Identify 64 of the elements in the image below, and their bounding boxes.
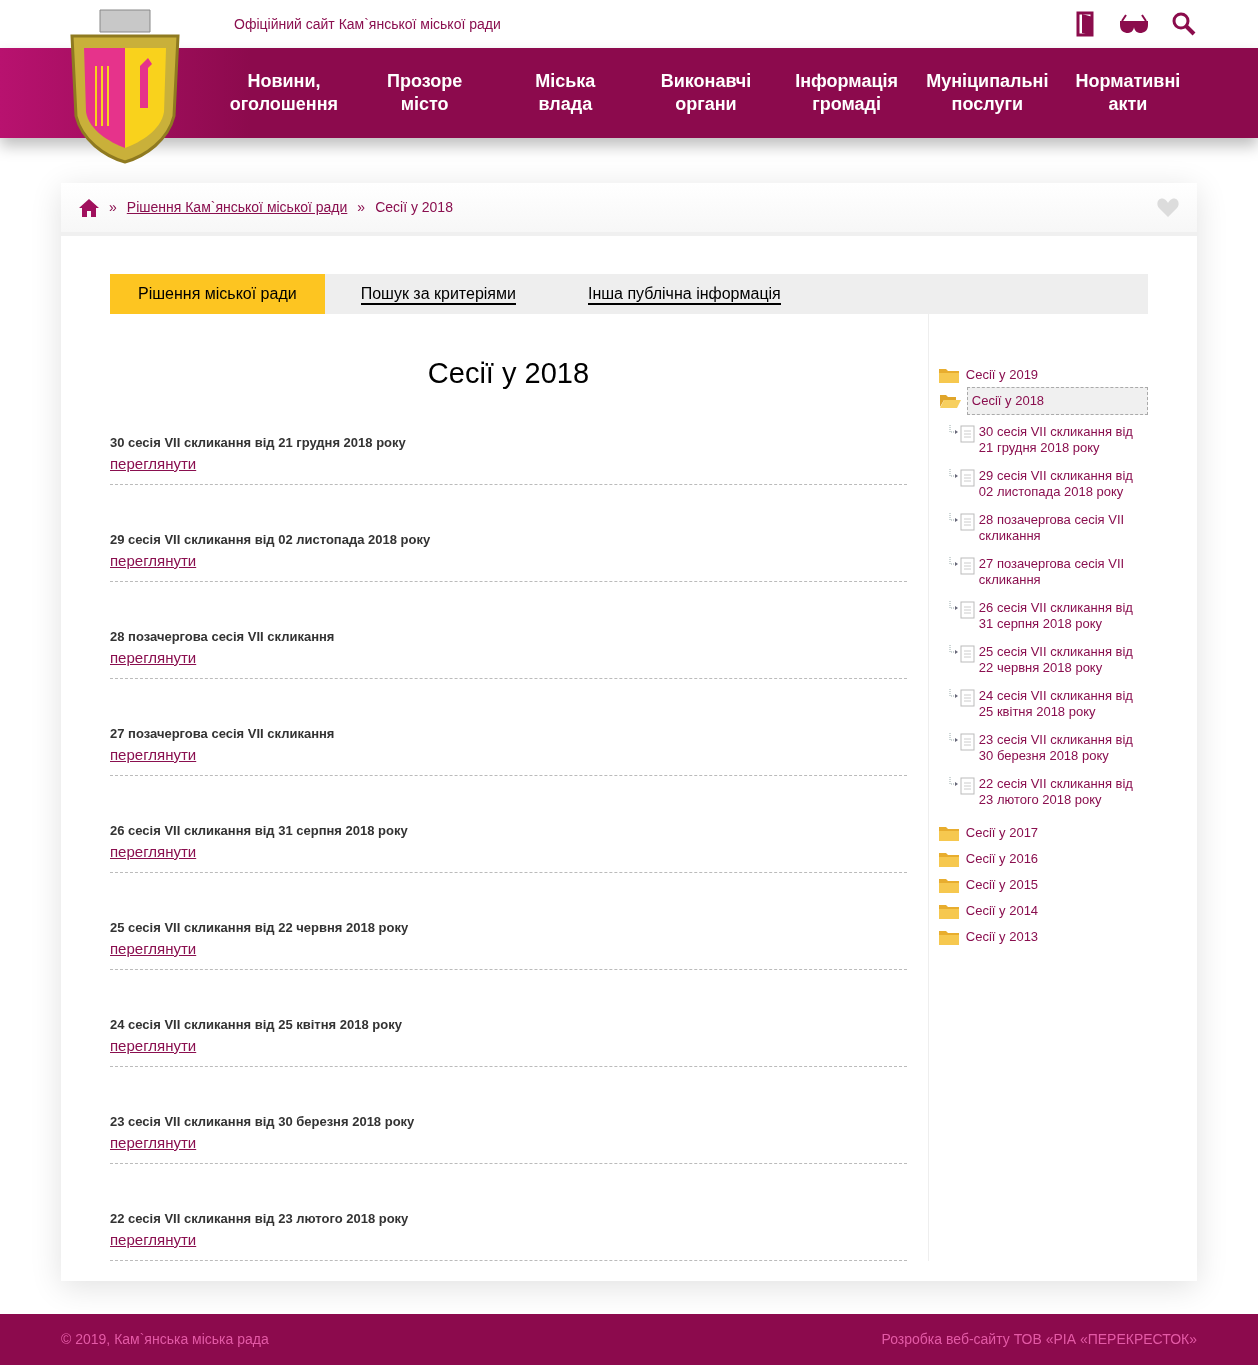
tab[interactable]: Інша публічна інформація bbox=[569, 274, 799, 314]
session-title: 30 сесія VII скликання від 21 грудня 2018 року bbox=[110, 433, 407, 452]
nav-link[interactable]: Виконавчі органи bbox=[635, 70, 776, 116]
home-icon[interactable] bbox=[79, 198, 99, 217]
view-link[interactable]: переглянути bbox=[110, 745, 197, 763]
document-icon bbox=[948, 557, 977, 575]
nav-link[interactable]: Новини, оголошення bbox=[214, 70, 354, 116]
copyright-text: © 2019, Кам`янська міська рада bbox=[61, 1330, 269, 1349]
glasses-icon[interactable] bbox=[1118, 13, 1150, 35]
nav-link[interactable]: Нормативні акти bbox=[1057, 70, 1198, 116]
tree-folder[interactable]: Сесії у 2013 bbox=[964, 927, 1040, 947]
tree-item[interactable]: 22 сесія VII скликання від 23 лютого 2018 року bbox=[978, 776, 1148, 808]
view-link[interactable]: переглянути bbox=[110, 1230, 197, 1248]
document-icon bbox=[948, 469, 977, 487]
session-title: 24 сесія VII скликання від 25 квітня 2018 року bbox=[110, 1015, 403, 1034]
view-link[interactable]: переглянути bbox=[110, 648, 197, 666]
tree-item[interactable]: 28 позачергова сесія VII скликання bbox=[978, 512, 1148, 544]
nav-link[interactable]: Прозоре місто bbox=[354, 70, 495, 116]
document-icon bbox=[948, 689, 977, 707]
site-title: Офіційний сайт Кам`янської міської ради bbox=[234, 14, 501, 34]
nav-link[interactable]: Міська влада bbox=[495, 70, 636, 116]
view-link[interactable]: переглянути bbox=[110, 842, 197, 860]
session-title: 29 сесія VII скликання від 02 листопада 2018 року bbox=[110, 530, 432, 549]
tree-item[interactable]: 27 позачергова сесія VII скликання bbox=[978, 556, 1148, 588]
session-title: 28 позачергова сесія VII скликання bbox=[110, 627, 336, 646]
breadcrumb-current: Сесії у 2018 bbox=[375, 198, 453, 217]
tab[interactable]: Пошук за критеріями bbox=[342, 274, 534, 314]
view-link[interactable]: переглянути bbox=[110, 1133, 197, 1151]
tree-item[interactable]: 25 сесія VII скликання від 22 червня 2018 року bbox=[978, 644, 1148, 676]
nav-link[interactable]: Муніципальні послуги bbox=[917, 70, 1058, 116]
view-link[interactable]: переглянути bbox=[110, 1036, 197, 1054]
tree-folder[interactable]: Сесії у 2017 bbox=[964, 823, 1040, 843]
session-title: 25 сесія VII скликання від 22 червня 2018 року bbox=[110, 918, 410, 937]
view-link[interactable]: переглянути bbox=[110, 551, 197, 569]
session-title: 23 сесія VII скликання від 30 березня 2018 року bbox=[110, 1112, 416, 1131]
session-title: 26 сесія VII скликання від 31 серпня 2018 року bbox=[110, 821, 409, 840]
breadcrumb-link[interactable]: Рішення Кам`янської міської ради bbox=[126, 197, 348, 218]
view-link[interactable]: переглянути bbox=[110, 939, 197, 957]
document-icon bbox=[948, 733, 977, 751]
session-title: 22 сесія VII скликання від 23 лютого 2018 року bbox=[110, 1209, 410, 1228]
session-title: 27 позачергова сесія VII скликання bbox=[110, 724, 336, 743]
tree-item[interactable]: 30 сесія VII скликання від 21 грудня 2018 року bbox=[978, 424, 1148, 456]
tree-item[interactable]: 23 сесія VII скликання від 30 березня 2018 року bbox=[978, 732, 1148, 764]
breadcrumb-separator: » bbox=[109, 198, 117, 217]
document-icon bbox=[948, 425, 977, 443]
page-title: Сесії у 2018 bbox=[426, 356, 590, 391]
tree-item[interactable]: 24 сесія VII скликання від 25 квітня 2018 року bbox=[978, 688, 1148, 720]
door-icon[interactable] bbox=[1076, 11, 1096, 37]
document-icon bbox=[948, 645, 977, 663]
document-icon bbox=[948, 777, 977, 795]
breadcrumb-separator: » bbox=[357, 198, 366, 217]
document-icon bbox=[948, 513, 977, 531]
tree-folder[interactable]: Сесії у 2016 bbox=[964, 849, 1040, 869]
tree-folder[interactable]: Сесії у 2015 bbox=[964, 875, 1040, 895]
view-link[interactable]: переглянути bbox=[110, 454, 197, 472]
document-icon bbox=[948, 601, 977, 619]
tree-folder[interactable]: Сесії у 2018 bbox=[966, 387, 1148, 415]
tree-folder[interactable]: Сесії у 2014 bbox=[964, 901, 1040, 921]
nav-link[interactable]: Інформація громаді bbox=[776, 70, 917, 116]
tree-item[interactable]: 26 сесія VII скликання від 31 серпня 2018 року bbox=[978, 600, 1148, 632]
tree-folder[interactable]: Сесії у 2019 bbox=[964, 365, 1040, 385]
search-icon[interactable] bbox=[1172, 12, 1196, 36]
tree-item[interactable]: 29 сесія VII скликання від 02 листопада 2018 року bbox=[978, 468, 1148, 500]
tab[interactable]: Рішення міської ради bbox=[110, 274, 325, 314]
